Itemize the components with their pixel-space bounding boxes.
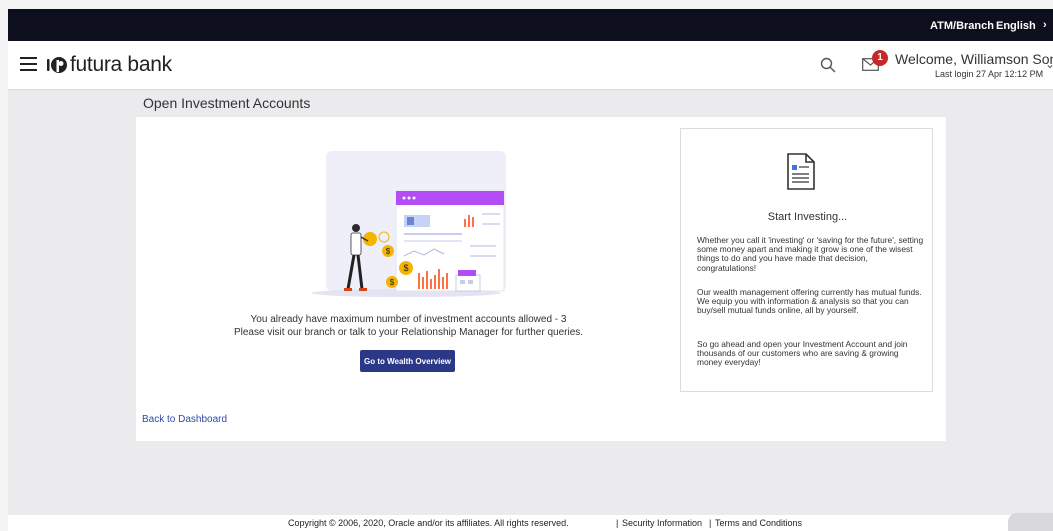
page-title: Open Investment Accounts: [143, 95, 311, 111]
chevron-down-icon[interactable]: ›: [1043, 19, 1047, 31]
footer-separator: |: [709, 518, 712, 528]
contact-message: Please visit our branch or talk to your …: [233, 327, 584, 338]
app-header: futura bank 1 Welcome, Williamson Son1 L…: [8, 41, 1053, 90]
go-to-wealth-overview-button[interactable]: Go to Wealth Overview: [360, 350, 455, 372]
svg-text:$: $: [390, 278, 395, 287]
search-icon[interactable]: [820, 57, 836, 73]
scroll-to-top-tab[interactable]: [1008, 513, 1053, 531]
info-title: Start Investing...: [767, 211, 848, 223]
start-investing-panel: Start Investing... Whether you call it '…: [680, 128, 933, 392]
info-paragraph-2: Our wealth management offering currently…: [697, 287, 922, 316]
footer-separator: |: [616, 518, 619, 528]
top-bar: ATM/Branch English ›: [8, 9, 1053, 41]
futura-logo-icon: [47, 57, 67, 73]
chevron-down-icon[interactable]: ⌄: [1045, 57, 1053, 71]
svg-text:$: $: [403, 263, 408, 273]
svg-text:$: $: [386, 247, 391, 256]
last-login: Last login 27 Apr 12:12 PM: [935, 69, 1044, 79]
language-selector[interactable]: English: [996, 20, 1036, 32]
copyright-text: Copyright © 2006, 2020, Oracle and/or it…: [288, 518, 569, 528]
welcome-user[interactable]: Welcome, Williamson Son1: [895, 51, 1053, 67]
content-card: $ $ $ You already have maximum number of…: [136, 117, 946, 441]
footer: Copyright © 2006, 2020, Oracle and/or it…: [8, 515, 1053, 531]
terms-and-conditions-link[interactable]: Terms and Conditions: [715, 518, 802, 528]
investment-illustration: $ $ $: [311, 151, 506, 297]
security-information-link[interactable]: Security Information: [622, 518, 702, 528]
hamburger-icon[interactable]: [20, 57, 37, 71]
window-left-frame: [0, 9, 8, 531]
window-top-frame: [0, 0, 1053, 9]
back-to-dashboard-link[interactable]: Back to Dashboard: [142, 414, 227, 425]
info-paragraph-1: Whether you call it 'investing' or 'savi…: [697, 235, 924, 273]
info-paragraph-3: So go ahead and open your Investment Acc…: [697, 339, 908, 368]
brand-name[interactable]: futura bank: [70, 53, 172, 77]
document-icon: [787, 153, 815, 190]
max-accounts-message: You already have maximum number of inves…: [250, 314, 567, 325]
notification-badge[interactable]: 1: [872, 50, 888, 66]
atm-branch-link[interactable]: ATM/Branch: [930, 20, 994, 32]
